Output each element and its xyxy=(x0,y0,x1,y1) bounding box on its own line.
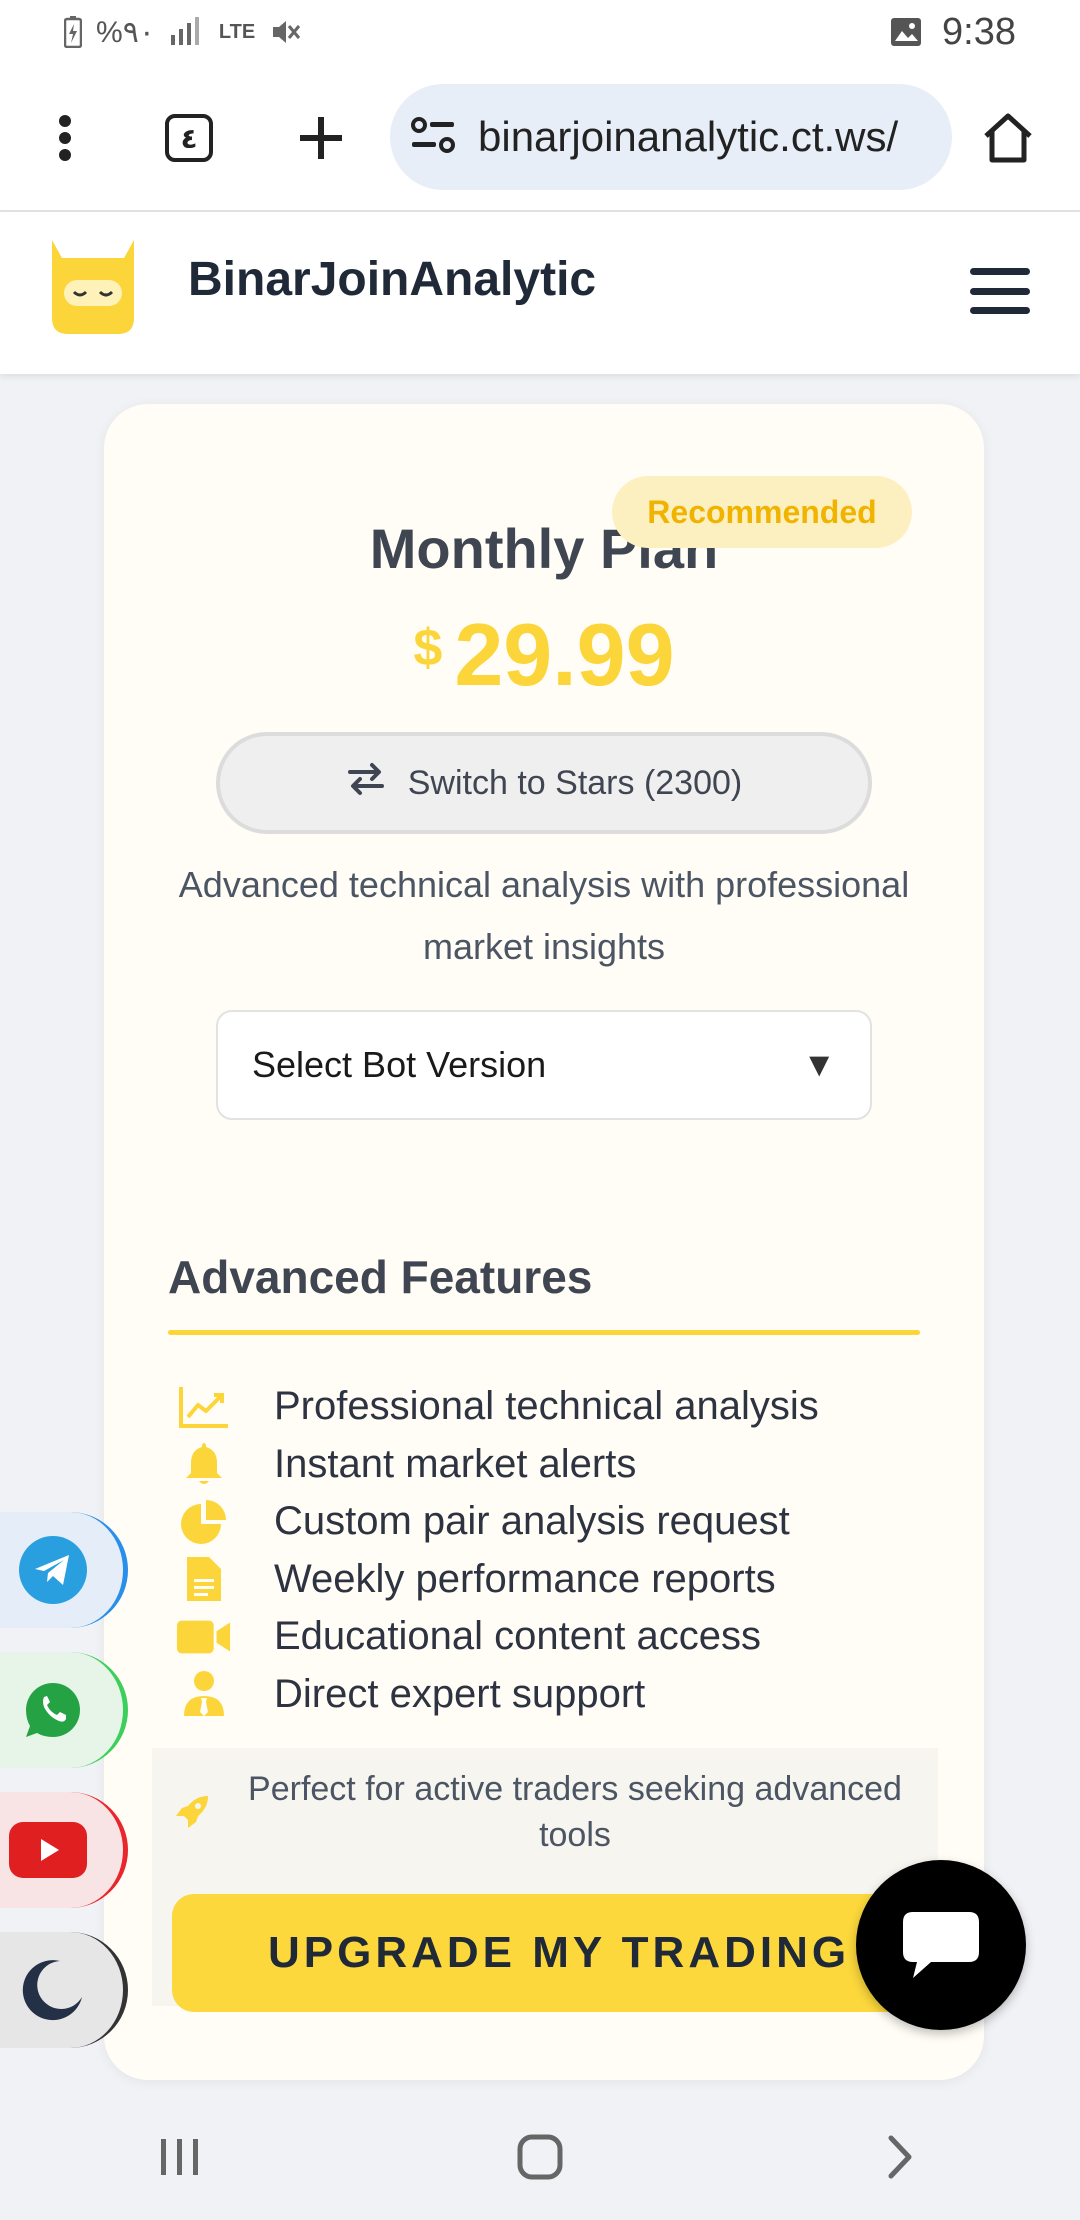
status-left: %٩٠ LTE xyxy=(64,15,301,50)
feature-item: Instant market alerts xyxy=(176,1436,936,1494)
rocket-icon xyxy=(172,1792,212,1837)
bot-version-select[interactable]: Select Bot Version ▼ xyxy=(216,1010,872,1120)
recommended-badge: Recommended xyxy=(612,476,912,548)
tabs-button[interactable]: ٤ xyxy=(124,64,254,212)
chart-line-icon xyxy=(176,1382,232,1432)
telegram-button[interactable] xyxy=(0,1512,128,1628)
tabs-icon: ٤ xyxy=(165,114,213,162)
user-tie-icon xyxy=(176,1669,232,1719)
feature-list: Professional technical analysis Instant … xyxy=(176,1378,936,1723)
feature-item: Educational content access xyxy=(176,1608,936,1666)
feature-text: Educational content access xyxy=(274,1614,761,1659)
system-nav-bar xyxy=(0,2094,1080,2220)
url-text: binarjoinanalytic.ct.ws/ xyxy=(478,113,899,160)
home-icon[interactable] xyxy=(958,88,1058,188)
video-icon xyxy=(176,1612,232,1662)
clock: 9:38 xyxy=(942,10,1016,53)
note-text: Perfect for active traders seeking advan… xyxy=(248,1770,902,1854)
bell-icon xyxy=(176,1439,232,1489)
swap-icon xyxy=(346,762,386,805)
feature-item: Weekly performance reports xyxy=(176,1551,936,1609)
chat-button[interactable] xyxy=(856,1860,1026,2030)
brand-name[interactable]: BinarJoinAnalytic xyxy=(188,252,596,307)
price-amount: 29.99 xyxy=(454,605,675,704)
signal-icon xyxy=(169,17,205,47)
more-vert-icon[interactable] xyxy=(0,64,130,212)
status-bar: %٩٠ LTE 9:38 xyxy=(0,0,1080,64)
pie-chart-icon xyxy=(176,1497,232,1547)
plan-description: Advanced technical analysis with profess… xyxy=(178,864,910,967)
feature-text: Custom pair analysis request xyxy=(274,1499,790,1544)
battery-percent: %٩٠ xyxy=(96,15,155,49)
price-currency: $ xyxy=(413,619,443,677)
image-icon xyxy=(890,17,922,47)
youtube-icon xyxy=(9,1822,87,1878)
upgrade-button[interactable]: UPGRADE MY TRADING xyxy=(172,1894,932,2012)
features-heading: Advanced Features xyxy=(168,1251,593,1303)
plan-price: $29.99 xyxy=(104,604,984,706)
moon-icon xyxy=(19,1956,87,2024)
switch-to-stars-button[interactable]: Switch to Stars (2300) xyxy=(216,732,872,834)
features-divider xyxy=(168,1330,920,1335)
tab-count: ٤ xyxy=(180,122,198,154)
document-icon xyxy=(176,1554,232,1604)
switch-label: Switch to Stars (2300) xyxy=(407,763,743,802)
pricing-card: Monthly Plan Recommended $29.99 Switch t… xyxy=(104,404,984,2080)
site-header: BinarJoinAnalytic xyxy=(0,212,1080,374)
feature-item: Direct expert support xyxy=(176,1666,936,1724)
site-settings-icon[interactable] xyxy=(410,115,456,160)
whatsapp-icon xyxy=(19,1676,87,1744)
chat-bubble-icon xyxy=(903,1912,979,1978)
robot-logo-icon[interactable] xyxy=(48,236,138,338)
new-tab-icon[interactable] xyxy=(256,64,386,212)
audience-note: Perfect for active traders seeking advan… xyxy=(152,1748,938,1876)
menu-icon[interactable] xyxy=(970,256,1030,326)
mute-icon xyxy=(269,16,301,48)
battery-charging-icon xyxy=(64,16,82,48)
feature-item: Professional technical analysis xyxy=(176,1378,936,1436)
telegram-icon xyxy=(19,1536,87,1604)
status-right: 9:38 xyxy=(890,11,1016,54)
feature-text: Professional technical analysis xyxy=(274,1384,819,1429)
feature-item: Custom pair analysis request xyxy=(176,1493,936,1551)
dark-mode-toggle[interactable] xyxy=(0,1932,128,2048)
feature-text: Direct expert support xyxy=(274,1671,646,1716)
home-nav-icon[interactable] xyxy=(480,2117,600,2197)
recent-apps-icon[interactable] xyxy=(120,2117,240,2197)
network-type: LTE xyxy=(218,20,256,43)
select-label: Select Bot Version xyxy=(252,1044,547,1085)
url-bar[interactable]: binarjoinanalytic.ct.ws/ xyxy=(390,84,952,190)
feature-text: Instant market alerts xyxy=(274,1441,637,1486)
dropdown-arrow-icon: ▼ xyxy=(802,1045,836,1084)
back-icon[interactable] xyxy=(840,2117,960,2197)
whatsapp-button[interactable] xyxy=(0,1652,128,1768)
youtube-button[interactable] xyxy=(0,1792,128,1908)
browser-toolbar: ٤ binarjoinanalytic.ct.ws/ xyxy=(0,64,1080,212)
feature-text: Weekly performance reports xyxy=(274,1556,776,1601)
